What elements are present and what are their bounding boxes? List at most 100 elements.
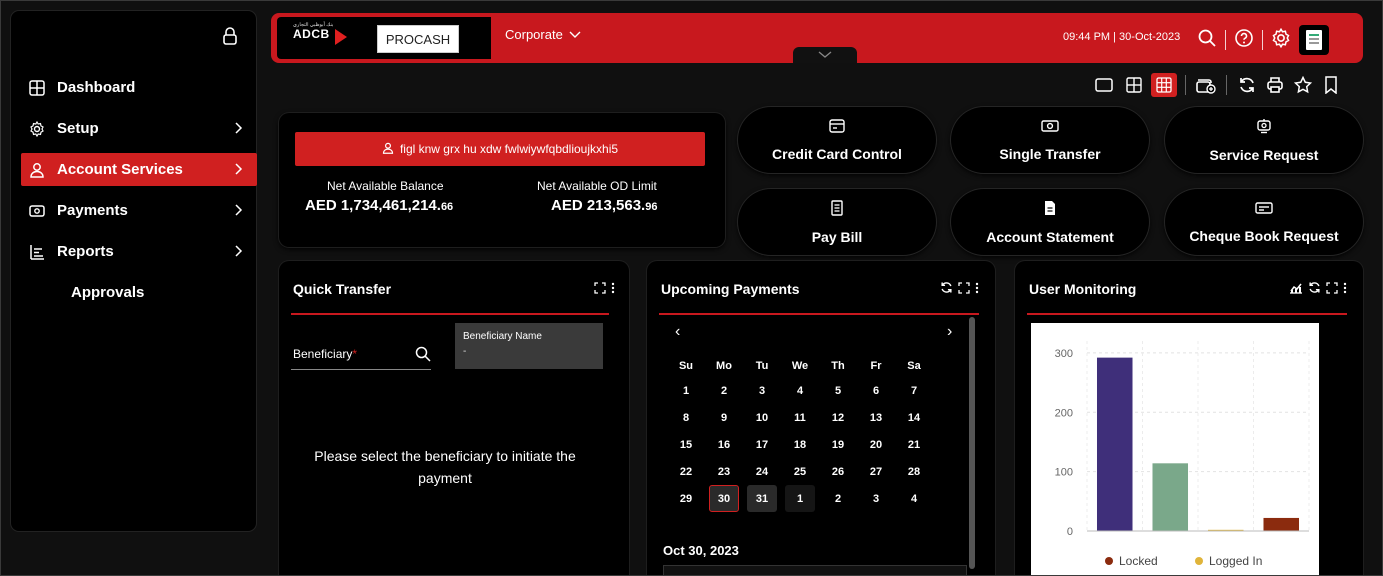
calendar-week-row: 29 30 31 1 2 3 4 xyxy=(667,485,949,512)
calendar-day[interactable]: 12 xyxy=(819,404,857,431)
beneficiary-name-value: - xyxy=(463,346,467,357)
lock-icon[interactable] xyxy=(222,27,238,45)
calendar-day[interactable]: 7 xyxy=(895,377,933,404)
beneficiary-name-box: Beneficiary Name - xyxy=(455,323,603,369)
y-tick-label: 300 xyxy=(1055,348,1073,360)
net-balance-value: AED 1,734,461,214.66 xyxy=(305,197,453,214)
calendar-day[interactable]: 15 xyxy=(667,431,705,458)
weekday-label: Th xyxy=(831,360,845,372)
calendar-day[interactable]: 23 xyxy=(705,458,743,485)
calendar-day[interactable]: 4 xyxy=(781,377,819,404)
calendar-day[interactable]: 24 xyxy=(743,458,781,485)
calendar-week-row: 1 2 3 4 5 6 7 xyxy=(667,377,949,404)
sidebar-item-dashboard[interactable]: Dashboard xyxy=(21,71,257,104)
search-icon[interactable] xyxy=(415,346,431,367)
more-vertical-icon[interactable] xyxy=(1343,281,1347,299)
search-icon[interactable] xyxy=(1197,28,1217,53)
entity-selector[interactable]: Corporate xyxy=(505,27,581,42)
cheque-book-request-button[interactable]: Cheque Book Request xyxy=(1165,189,1363,255)
account-statement-button[interactable]: Account Statement xyxy=(951,189,1149,255)
calendar-day[interactable]: 5 xyxy=(819,377,857,404)
sidebar-item-account-services[interactable]: Account Services xyxy=(21,153,257,186)
calendar-day-next-month[interactable]: 1 xyxy=(785,485,815,512)
calendar-day[interactable]: 26 xyxy=(819,458,857,485)
dashboard-icon xyxy=(29,79,45,96)
layout-grid-2-button[interactable] xyxy=(1121,73,1147,97)
sidebar-item-label: Setup xyxy=(57,120,99,137)
calendar-day[interactable]: 27 xyxy=(857,458,895,485)
refresh-icon[interactable] xyxy=(1308,281,1321,299)
calendar-day[interactable]: 13 xyxy=(857,404,895,431)
sidebar-item-setup[interactable]: Setup xyxy=(21,112,257,145)
cheque-icon xyxy=(1255,201,1273,220)
bookmark-icon[interactable] xyxy=(1319,73,1343,97)
star-icon[interactable] xyxy=(1291,73,1315,97)
quick-action-label: Cheque Book Request xyxy=(1189,227,1339,244)
expand-icon[interactable] xyxy=(594,281,606,299)
calendar-day[interactable]: 8 xyxy=(667,404,705,431)
divider xyxy=(1262,30,1263,50)
beneficiary-input-underline[interactable] xyxy=(291,369,431,370)
bar-chart: 0 100 200 300 Locked Logged In xyxy=(1055,341,1310,568)
account-selector-button[interactable]: figl knw grx hu xdw fwlwiywfqbdlioujkxhi… xyxy=(295,132,705,166)
sidebar-item-label: Approvals xyxy=(71,284,145,301)
calendar-day[interactable]: 6 xyxy=(857,377,895,404)
user-icon xyxy=(29,162,45,178)
calendar-day[interactable]: 16 xyxy=(705,431,743,458)
calendar-next-button[interactable]: › xyxy=(947,323,952,341)
calendar-day[interactable]: 28 xyxy=(895,458,933,485)
credit-card-control-button[interactable]: Credit Card Control xyxy=(738,107,936,173)
calendar-day[interactable]: 10 xyxy=(743,404,781,431)
pay-bill-button[interactable]: Pay Bill xyxy=(738,189,936,255)
quick-action-label: Credit Card Control xyxy=(772,145,902,162)
gear-icon[interactable] xyxy=(1271,27,1291,53)
calendar-day[interactable]: 22 xyxy=(667,458,705,485)
weekday-label: Fr xyxy=(870,360,882,372)
service-request-button[interactable]: Service Request xyxy=(1165,107,1363,173)
layout-single-button[interactable] xyxy=(1091,73,1117,97)
refresh-icon[interactable] xyxy=(940,281,953,299)
calendar-day-next-month[interactable]: 3 xyxy=(857,485,895,512)
more-vertical-icon[interactable] xyxy=(975,281,979,299)
calendar-day[interactable]: 29 xyxy=(667,485,705,512)
chart-type-icon[interactable] xyxy=(1289,281,1303,299)
bank-logo-mark xyxy=(335,29,347,45)
weekday-label: We xyxy=(791,360,809,372)
calendar-day-next-month[interactable]: 4 xyxy=(895,485,933,512)
sidebar-item-approvals[interactable]: Approvals xyxy=(21,276,257,309)
header-expand-tab[interactable] xyxy=(793,47,857,63)
calendar-day[interactable]: 20 xyxy=(857,431,895,458)
more-vertical-icon[interactable] xyxy=(611,281,615,299)
calendar-scrollbar[interactable] xyxy=(969,317,975,569)
calendar-day[interactable]: 18 xyxy=(781,431,819,458)
calendar-day[interactable]: 19 xyxy=(819,431,857,458)
payment-entry[interactable] xyxy=(663,565,967,575)
calendar-day[interactable]: 17 xyxy=(743,431,781,458)
calendar-day[interactable]: 14 xyxy=(895,404,933,431)
print-icon[interactable] xyxy=(1263,73,1287,97)
refresh-icon[interactable] xyxy=(1235,73,1259,97)
expand-icon[interactable] xyxy=(958,281,970,299)
calendar-prev-button[interactable]: ‹ xyxy=(675,323,680,341)
sidebar-item-reports[interactable]: Reports xyxy=(21,235,257,268)
expand-icon[interactable] xyxy=(1326,281,1338,299)
add-widget-icon[interactable] xyxy=(1194,73,1218,97)
calendar-day[interactable]: 1 xyxy=(667,377,705,404)
help-icon[interactable] xyxy=(1234,28,1254,53)
calendar-day[interactable]: 31 xyxy=(747,485,777,512)
sidebar-item-label: Payments xyxy=(57,202,128,219)
sidebar-item-payments[interactable]: Payments xyxy=(21,194,257,227)
calendar-day-selected[interactable]: 30 xyxy=(709,485,739,512)
layout-grid-3-button[interactable] xyxy=(1151,73,1177,97)
calendar-day[interactable]: 11 xyxy=(781,404,819,431)
divider xyxy=(1185,75,1186,95)
calendar-day[interactable]: 25 xyxy=(781,458,819,485)
calendar-day[interactable]: 3 xyxy=(743,377,781,404)
calendar-day[interactable]: 2 xyxy=(705,377,743,404)
calendar-day-next-month[interactable]: 2 xyxy=(819,485,857,512)
user-profile-button[interactable] xyxy=(1299,25,1329,55)
sidebar-item-label: Dashboard xyxy=(57,79,136,96)
single-transfer-button[interactable]: Single Transfer xyxy=(951,107,1149,173)
calendar-day[interactable]: 21 xyxy=(895,431,933,458)
calendar-day[interactable]: 9 xyxy=(705,404,743,431)
